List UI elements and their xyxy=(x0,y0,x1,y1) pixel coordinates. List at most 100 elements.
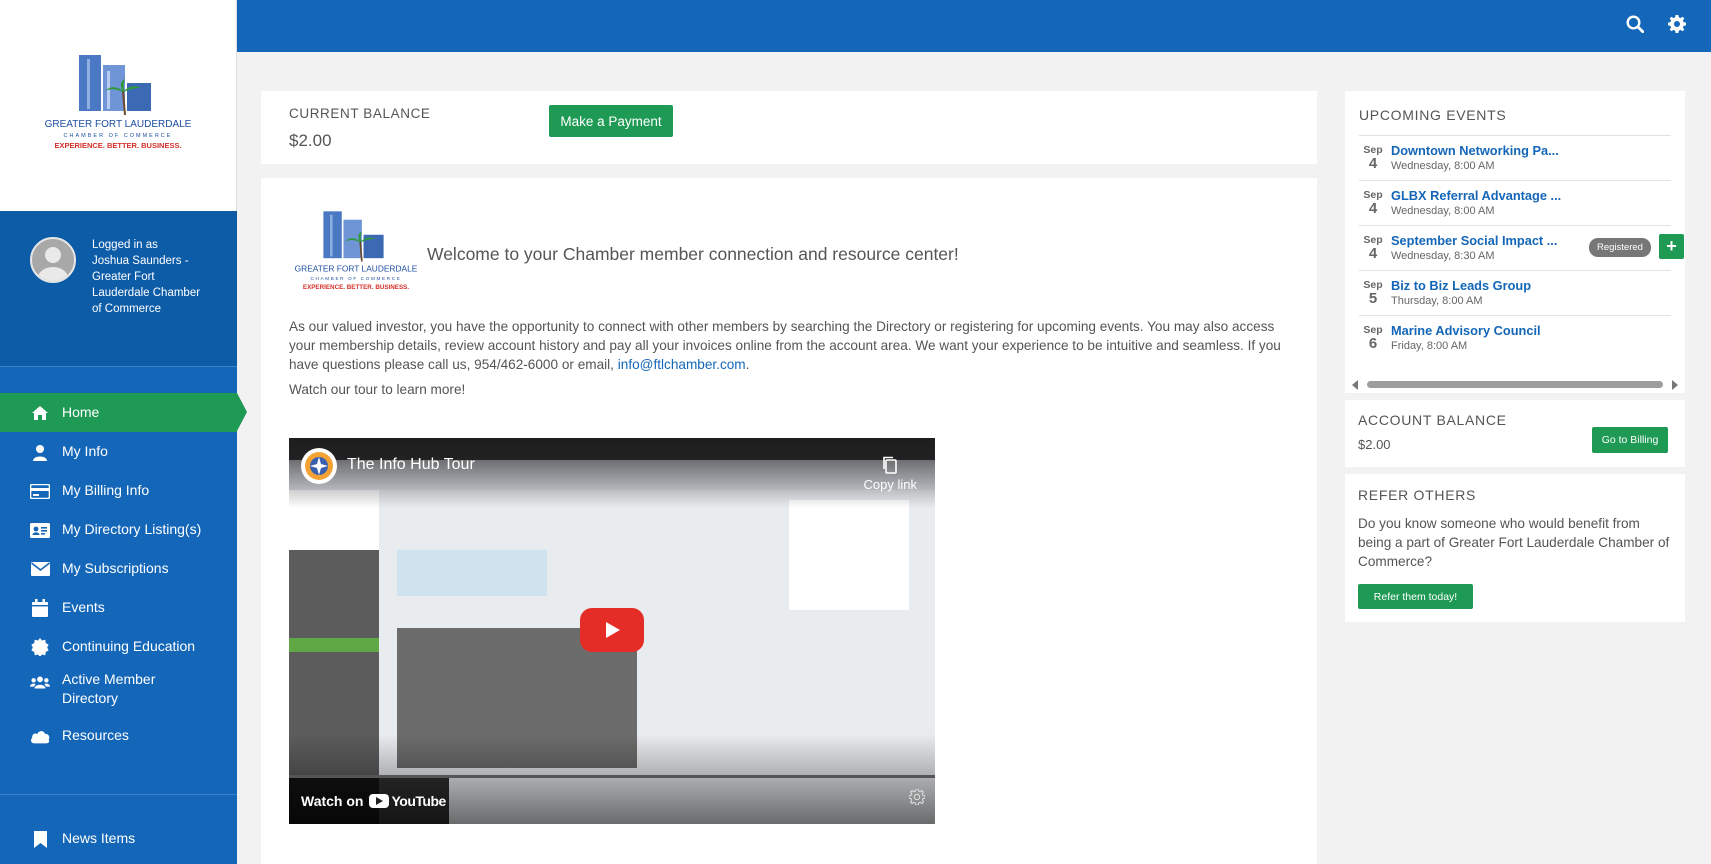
event-item[interactable]: Sep 5 Biz to Biz Leads Group Thursday, 8… xyxy=(1359,270,1671,315)
event-title[interactable]: September Social Impact ... xyxy=(1391,233,1557,248)
event-item[interactable]: Sep 4 September Social Impact ... Wednes… xyxy=(1359,225,1684,270)
sidebar-item-label: Home xyxy=(62,404,100,420)
user-info: Logged in as Joshua Saunders - Greater F… xyxy=(0,211,237,367)
user-text: Logged in as Joshua Saunders - Greater F… xyxy=(92,237,202,366)
sidebar-item-label: My Billing Info xyxy=(62,482,150,498)
event-item[interactable]: Sep 6 Marine Advisory Council Friday, 8:… xyxy=(1359,315,1671,360)
refer-them-button[interactable]: Refer them today! xyxy=(1358,584,1473,609)
video-player[interactable]: The Info Hub Tour Copy link Watch on You… xyxy=(289,438,935,824)
event-day: 5 xyxy=(1368,290,1378,307)
scrollbar-thumb[interactable] xyxy=(1367,381,1663,388)
copy-icon xyxy=(883,456,898,474)
event-title[interactable]: GLBX Referral Advantage ... xyxy=(1391,188,1561,203)
event-date: Sep 6 xyxy=(1359,324,1387,352)
sidebar-item-label: My Directory Listing(s) xyxy=(62,521,202,537)
welcome-card: GREATER FORT LAUDERDALE CHAMBER OF COMME… xyxy=(261,178,1317,864)
event-time: Thursday, 8:00 AM xyxy=(1391,295,1483,307)
play-icon xyxy=(606,622,620,638)
add-event-button[interactable]: + xyxy=(1659,234,1684,259)
email-link[interactable]: info@ftlchamber.com xyxy=(618,357,746,372)
sidebar-item-events[interactable]: Events xyxy=(0,588,237,627)
event-title[interactable]: Biz to Biz Leads Group xyxy=(1391,278,1531,293)
sidebar-item-news-items[interactable]: News Items xyxy=(0,819,237,858)
welcome-logo-graphic: GREATER FORT LAUDERDALE CHAMBER OF COMME… xyxy=(295,211,418,291)
scroll-left-icon[interactable] xyxy=(1351,380,1359,390)
sidebar-item-home[interactable]: Home xyxy=(0,393,247,432)
sidebar-item-my-info[interactable]: My Info xyxy=(0,432,237,471)
event-time: Wednesday, 8:00 AM xyxy=(1391,205,1495,217)
event-item[interactable]: Sep 4 GLBX Referral Advantage ... Wednes… xyxy=(1359,180,1671,225)
event-time: Friday, 8:00 AM xyxy=(1391,340,1468,352)
channel-avatar-icon[interactable] xyxy=(301,448,337,484)
top-bar xyxy=(237,0,1711,52)
refer-others-card: REFER OTHERS Do you know someone who wou… xyxy=(1345,474,1685,622)
sidebar-nav: Home My Info My Billing Info My Director… xyxy=(0,367,247,755)
chamber-logo[interactable]: GREATER FORT LAUDERDALE CHAMBER OF COMME… xyxy=(0,0,237,211)
horizontal-scrollbar[interactable] xyxy=(1351,379,1679,390)
welcome-title: Welcome to your Chamber member connectio… xyxy=(427,244,959,264)
account-balance-title: ACCOUNT BALANCE xyxy=(1358,412,1507,428)
youtube-label: YouTube xyxy=(391,793,446,809)
search-icon[interactable] xyxy=(1624,13,1646,35)
welcome-logo-line1: GREATER FORT LAUDERDALE xyxy=(295,264,418,274)
account-balance-amount: $2.00 xyxy=(1358,437,1391,452)
event-date: Sep 5 xyxy=(1359,279,1387,307)
home-icon xyxy=(30,403,50,423)
sidebar-item-label: Resources xyxy=(62,727,129,743)
event-title[interactable]: Marine Advisory Council xyxy=(1391,323,1541,338)
sidebar-item-billing[interactable]: My Billing Info xyxy=(0,471,237,510)
sidebar-item-label: My Subscriptions xyxy=(62,560,169,576)
logo-text-line2: CHAMBER OF COMMERCE xyxy=(64,133,173,139)
avatar-icon[interactable] xyxy=(30,237,76,283)
video-title[interactable]: The Info Hub Tour xyxy=(347,456,475,474)
sidebar-item-continuing-education[interactable]: Continuing Education xyxy=(0,627,237,666)
scroll-right-icon[interactable] xyxy=(1671,380,1679,390)
current-balance-card: CURRENT BALANCE $2.00 Make a Payment xyxy=(261,91,1317,164)
current-balance-label: CURRENT BALANCE xyxy=(289,106,431,121)
nav-spacer xyxy=(0,367,237,393)
calendar-icon xyxy=(30,598,50,618)
event-day: 4 xyxy=(1368,155,1378,172)
event-day: 6 xyxy=(1368,335,1378,352)
thumb-active-item xyxy=(289,638,379,652)
sidebar-item-subscriptions[interactable]: My Subscriptions xyxy=(0,549,237,588)
event-date: Sep 4 xyxy=(1359,189,1387,217)
id-card-icon xyxy=(30,520,50,540)
sidebar: GREATER FORT LAUDERDALE CHAMBER OF COMME… xyxy=(0,0,247,864)
sidebar-item-label: Active Member Directory xyxy=(62,671,156,706)
settings-icon[interactable] xyxy=(908,788,926,810)
event-item[interactable]: Sep 4 Downtown Networking Pa... Wednesda… xyxy=(1359,135,1671,180)
sidebar-item-directory-listings[interactable]: My Directory Listing(s) xyxy=(0,510,237,549)
copy-link-button[interactable]: Copy link xyxy=(864,456,917,492)
logged-in-label: Logged in as xyxy=(92,239,158,251)
go-to-billing-button[interactable]: Go to Billing xyxy=(1592,427,1668,453)
copy-link-label: Copy link xyxy=(863,477,917,492)
welcome-paragraph: As our valued investor, you have the opp… xyxy=(289,317,1299,374)
event-date: Sep 4 xyxy=(1359,144,1387,172)
welcome-logo-line2: CHAMBER OF COMMERCE xyxy=(311,276,402,281)
welcome-logo: GREATER FORT LAUDERDALE CHAMBER OF COMME… xyxy=(293,208,419,305)
chamber-logo-graphic: GREATER FORT LAUDERDALE CHAMBER OF COMME… xyxy=(45,54,192,150)
welcome-logo-tagline: EXPERIENCE. BETTER. BUSINESS. xyxy=(303,284,409,291)
event-title[interactable]: Downtown Networking Pa... xyxy=(1391,143,1559,158)
certificate-icon xyxy=(30,637,50,657)
watch-on-youtube-button[interactable]: Watch on YouTube xyxy=(289,778,449,824)
nav-divider xyxy=(0,794,237,795)
tour-text: Watch our tour to learn more! xyxy=(289,382,466,397)
welcome-paragraph-text: As our valued investor, you have the opp… xyxy=(289,319,1281,372)
sidebar-item-active-member-directory[interactable]: Active Member Directory xyxy=(0,666,237,716)
thumb-right-panel xyxy=(789,500,909,610)
watch-on-label: Watch on xyxy=(301,793,364,809)
upcoming-events-card: UPCOMING EVENTS Sep 4 Downtown Networkin… xyxy=(1345,91,1685,393)
logo-tagline: EXPERIENCE. BETTER. BUSINESS. xyxy=(54,141,181,150)
user-icon xyxy=(30,442,50,462)
play-button[interactable] xyxy=(580,608,644,652)
event-time: Wednesday, 8:30 AM xyxy=(1391,250,1495,262)
credit-card-icon xyxy=(30,481,50,501)
gear-icon[interactable] xyxy=(1666,13,1688,35)
cloud-icon xyxy=(30,726,50,746)
sidebar-item-resources[interactable]: Resources xyxy=(0,716,237,755)
welcome-paragraph-end: . xyxy=(745,357,750,372)
make-payment-button[interactable]: Make a Payment xyxy=(549,105,673,137)
sidebar-bottom: News Items xyxy=(0,794,237,864)
